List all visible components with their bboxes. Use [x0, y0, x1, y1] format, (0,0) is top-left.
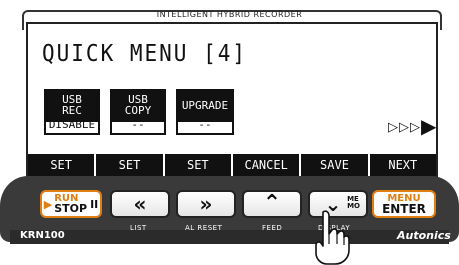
run-stop-text: RUN STOP: [54, 194, 88, 215]
softkey-set-1[interactable]: SET: [28, 154, 97, 176]
cell-usb-copy-value: --: [131, 118, 145, 131]
softkey-next[interactable]: NEXT: [370, 154, 436, 176]
cell-usb-rec-value: DISABLE: [48, 118, 96, 131]
pause-icon: II: [90, 197, 99, 211]
cell-usb-rec-head-line2: REC: [62, 104, 82, 117]
double-chevron-left-icon: «: [133, 192, 147, 216]
softkey-bar: SET SET SET CANCEL SAVE NEXT: [28, 154, 436, 176]
device-header-label: INTELLIGENT HYBRID RECORDER: [156, 10, 303, 19]
feed-button[interactable]: ⌃: [242, 190, 302, 218]
softkey-set-3[interactable]: SET: [165, 154, 233, 176]
cell-usb-copy[interactable]: USB COPY --: [110, 89, 166, 135]
memo-sublabel-bottom: MO: [347, 202, 360, 210]
cell-usb-rec[interactable]: USB REC DISABLE: [44, 89, 100, 135]
list-label: LIST: [130, 224, 147, 232]
recorder-device: INTELLIGENT HYBRID RECORDER QUICK MENU […: [0, 0, 459, 265]
softkey-save[interactable]: SAVE: [301, 154, 370, 176]
softkey-cancel[interactable]: CANCEL: [233, 154, 302, 176]
feed-label: FEED: [262, 224, 283, 232]
al-reset-button[interactable]: »: [176, 190, 236, 218]
al-reset-label: AL RESET: [185, 224, 223, 232]
lcd-screen: QUICK MENU [4] USB REC DISABLE USB COPY …: [26, 22, 438, 178]
arrow-right-icon: ▷▷▷: [388, 120, 421, 135]
double-chevron-right-icon: »: [199, 192, 213, 216]
enter-label: ENTER: [382, 202, 426, 216]
arrow-right-filled-icon: ▶: [421, 114, 438, 138]
cell-upgrade[interactable]: UPGRADE --: [176, 89, 234, 135]
menu-enter-content: MENU ENTER: [382, 193, 426, 215]
brand-logo: Autonics: [397, 229, 451, 242]
model-label: KRN100: [20, 230, 65, 241]
stop-label: STOP: [54, 202, 88, 215]
device-body-lower: [10, 230, 449, 244]
list-button[interactable]: «: [110, 190, 170, 218]
cell-upgrade-value: --: [198, 118, 212, 131]
memo-sublabel: ME MO: [347, 196, 360, 210]
pointing-hand-icon: [315, 210, 350, 265]
more-indicator: ▷▷▷▶: [388, 112, 438, 138]
screen-title: QUICK MENU [4]: [42, 40, 248, 67]
softkey-set-2[interactable]: SET: [96, 154, 165, 176]
double-chevron-up-icon: ⌃: [262, 191, 282, 216]
menu-enter-button[interactable]: MENU ENTER: [372, 190, 436, 218]
run-stop-content: ▶ RUN STOP II: [43, 194, 99, 215]
play-icon: ▶: [43, 197, 53, 211]
cell-usb-copy-head-line2: COPY: [124, 104, 152, 117]
run-stop-button[interactable]: ▶ RUN STOP II: [40, 190, 102, 218]
